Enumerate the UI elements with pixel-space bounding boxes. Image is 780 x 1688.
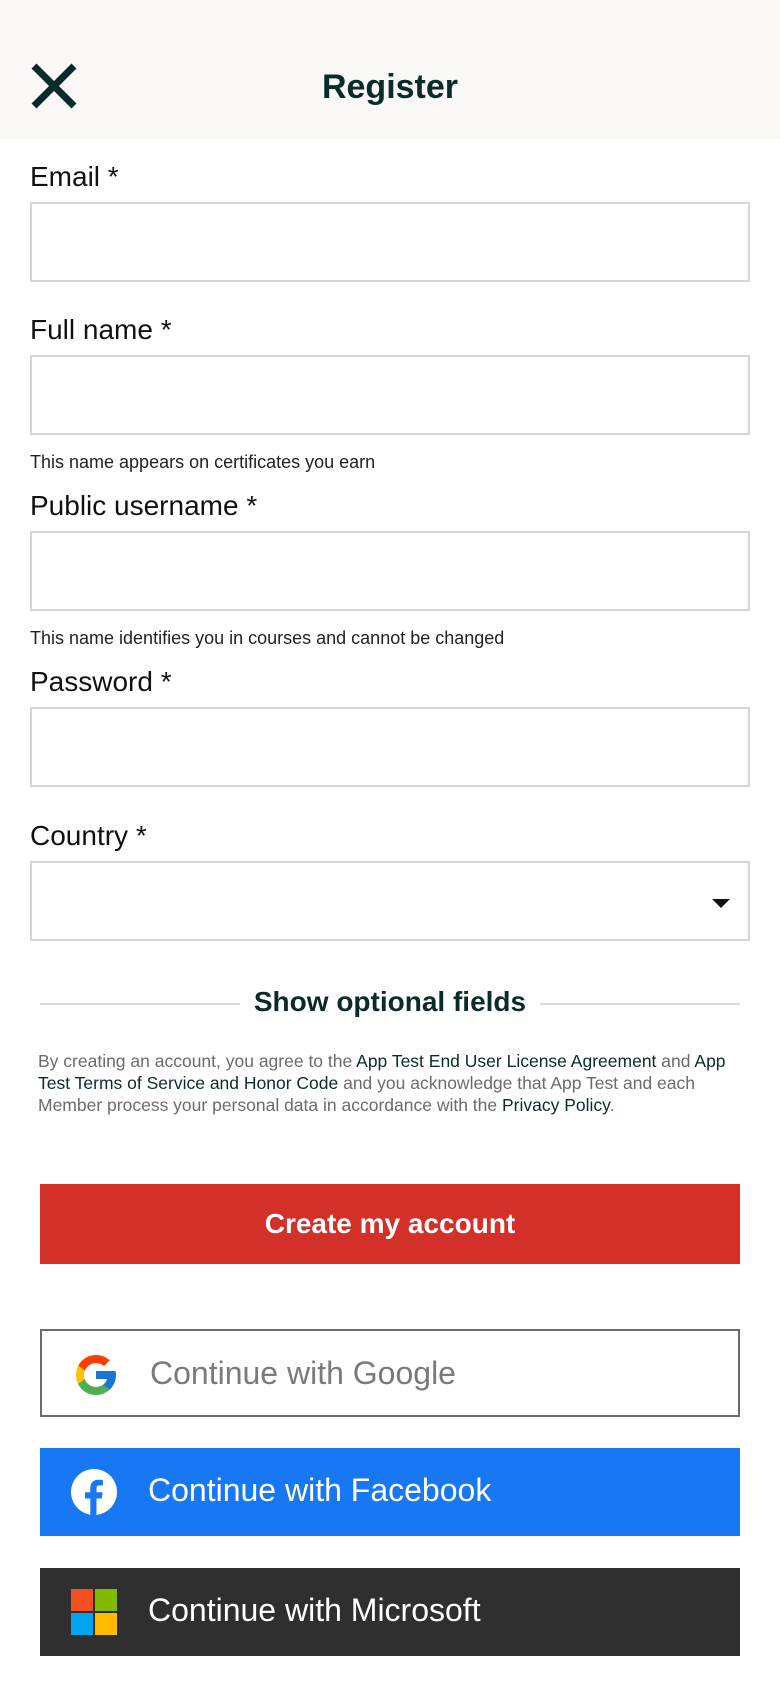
username-label: Public username *: [30, 490, 258, 521]
email-label: Email *: [30, 161, 119, 192]
country-select[interactable]: [30, 861, 750, 941]
show-optional-fields-button[interactable]: Show optional fields: [0, 986, 780, 1018]
legal-text: By creating an account, you agree to the…: [38, 1050, 758, 1116]
show-optional-fields-label: Show optional fields: [239, 986, 541, 1017]
legal-text-part2: and: [656, 1051, 695, 1071]
username-help: This name identifies you in courses and …: [30, 628, 505, 648]
legal-text-part1: By creating an account, you agree to the: [38, 1051, 357, 1071]
country-label: Country *: [30, 820, 147, 851]
full-name-help: This name appears on certificates you ea…: [30, 452, 376, 472]
username-field[interactable]: [30, 531, 750, 611]
full-name-label: Full name *: [30, 314, 172, 345]
create-account-button[interactable]: Create my account: [40, 1184, 740, 1264]
page-title: Register: [321, 68, 459, 106]
continue-with-facebook-button[interactable]: Continue with Facebook: [40, 1448, 740, 1536]
chevron-down-icon: [712, 899, 730, 908]
continue-with-google-label: Continue with Google: [150, 1355, 456, 1391]
continue-with-microsoft-button[interactable]: Continue with Microsoft: [40, 1568, 740, 1656]
google-icon: [76, 1355, 116, 1395]
continue-with-facebook-label: Continue with Facebook: [148, 1472, 492, 1508]
email-field[interactable]: [30, 202, 750, 282]
legal-text-part4: .: [609, 1095, 615, 1115]
microsoft-icon: [71, 1589, 117, 1635]
facebook-icon: [71, 1469, 117, 1515]
eula-link[interactable]: App Test End User License Agreement: [356, 1051, 656, 1071]
full-name-field[interactable]: [30, 355, 750, 435]
continue-with-microsoft-label: Continue with Microsoft: [148, 1592, 481, 1628]
privacy-policy-link[interactable]: Privacy Policy: [502, 1095, 610, 1115]
password-label: Password *: [30, 666, 172, 697]
continue-with-google-button[interactable]: Continue with Google: [40, 1329, 740, 1417]
password-field[interactable]: [30, 707, 750, 787]
app-header: Register: [0, 0, 780, 139]
